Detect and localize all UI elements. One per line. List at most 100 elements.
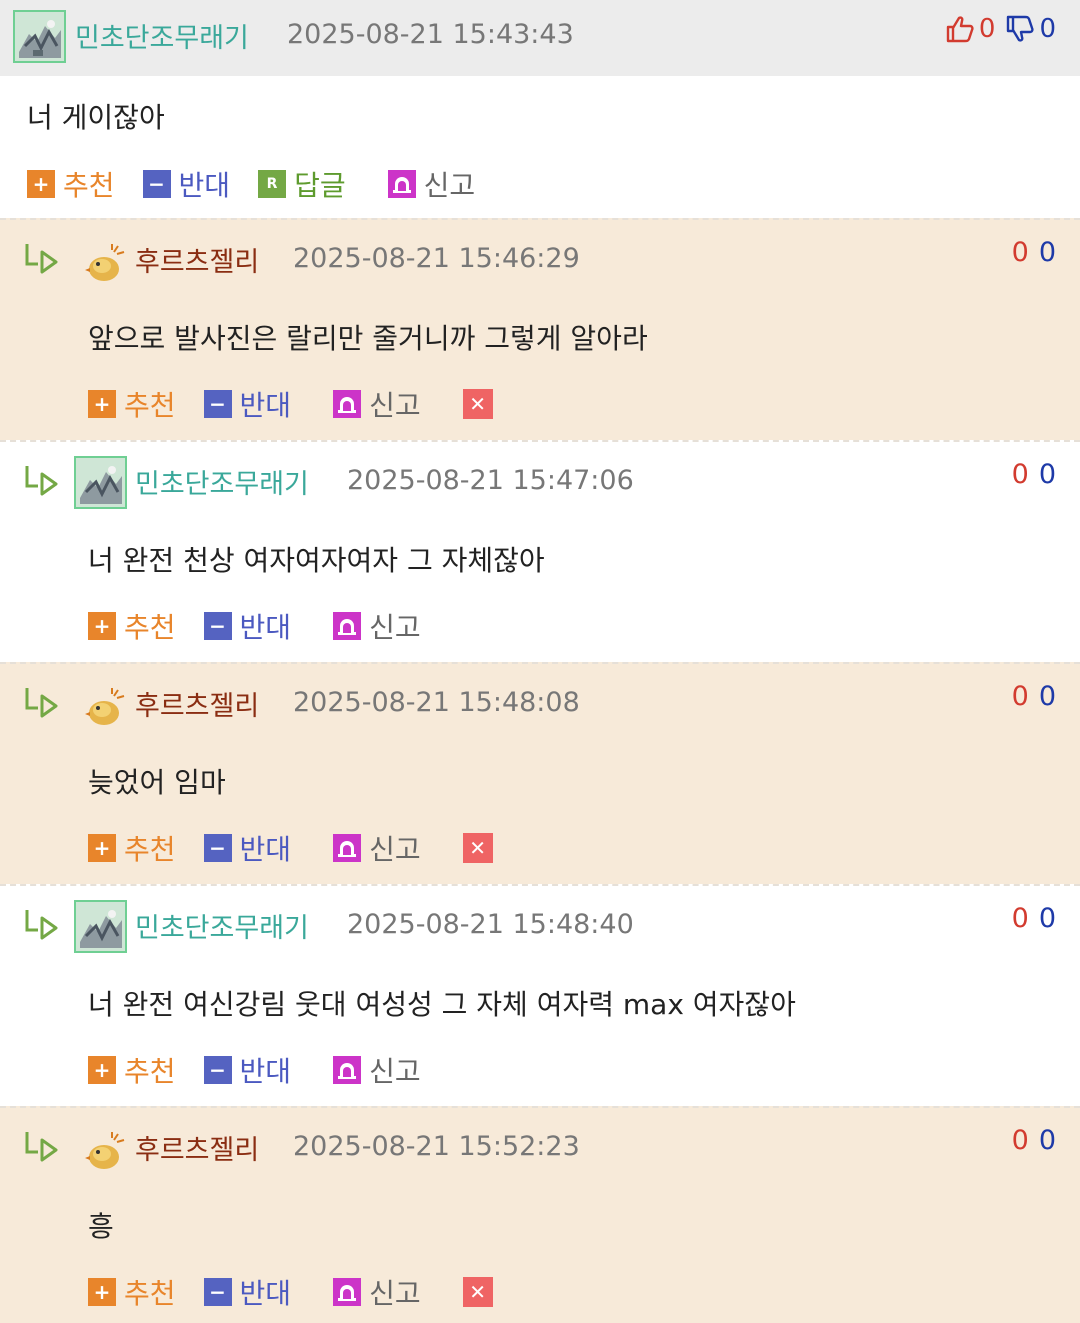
oppose-button[interactable]: − 반대 xyxy=(203,1272,291,1312)
plus-icon: + xyxy=(88,834,116,862)
reply-comment: 민초단조무래기 2025-08-21 15:47:06 00 너 완전 천상 여… xyxy=(0,440,1080,662)
report-button[interactable]: 신고 xyxy=(333,606,421,646)
delete-button[interactable]: ✕ xyxy=(462,833,493,863)
report-label: 신고 xyxy=(369,1055,421,1088)
recommend-label: 추천 xyxy=(124,1055,176,1088)
upvote-count: 0 xyxy=(1011,1125,1029,1156)
downvote-count: 0 xyxy=(1038,903,1056,934)
oppose-label: 반대 xyxy=(239,389,292,422)
downvote-count: 0 xyxy=(1038,1125,1056,1156)
minus-icon: − xyxy=(203,1056,232,1084)
comment-actions: + 추천 − 반대 R 답글 신고 xyxy=(27,164,503,204)
siren-icon xyxy=(387,170,416,198)
comment-text: 앞으로 발사진은 랄리만 줄거니까 그렇게 알아라 xyxy=(88,322,648,355)
author-nickname[interactable]: 후르츠젤리 xyxy=(135,684,259,723)
oppose-button[interactable]: − 반대 xyxy=(142,164,231,204)
recommend-button[interactable]: + 추천 xyxy=(27,164,115,204)
report-button[interactable]: 신고 xyxy=(333,384,421,424)
reply-comment: 후르츠젤리 2025-08-21 15:46:29 00 앞으로 발사진은 랄리… xyxy=(0,218,1080,440)
comment-date: 2025-08-21 15:47:06 xyxy=(347,465,634,496)
plus-icon: + xyxy=(27,170,55,198)
recommend-button[interactable]: + 추천 xyxy=(88,828,176,868)
avatar[interactable] xyxy=(84,686,126,728)
avatar-image-icon xyxy=(15,12,64,61)
downvote-count: 0 xyxy=(1038,459,1056,490)
author-nickname[interactable]: 후르츠젤리 xyxy=(135,1128,259,1167)
siren-icon xyxy=(333,1278,362,1306)
reply-arrow-icon xyxy=(25,466,58,496)
recommend-button[interactable]: + 추천 xyxy=(88,606,176,646)
report-label: 신고 xyxy=(369,1277,421,1310)
oppose-button[interactable]: − 반대 xyxy=(203,606,292,646)
minus-icon: − xyxy=(203,1278,232,1306)
upvote-count: 0 xyxy=(1011,459,1029,490)
report-label: 신고 xyxy=(369,611,421,644)
comment-date: 2025-08-21 15:43:43 xyxy=(287,19,574,50)
comment-actions: + 추천 − 반대 신고 xyxy=(88,1050,449,1090)
oppose-label: 반대 xyxy=(239,833,292,866)
minus-icon: − xyxy=(142,170,171,198)
vote-counts: 00 xyxy=(1012,903,1056,934)
oppose-button[interactable]: − 반대 xyxy=(203,828,292,868)
author-nickname[interactable]: 민초단조무래기 xyxy=(135,462,309,501)
comment-actions: + 추천 − 반대 신고 xyxy=(88,606,449,646)
vote-counts: 00 xyxy=(1012,681,1056,712)
parent-comment-body: 너 게이잖아 + 추천 − 반대 R 답글 신고 xyxy=(0,76,1080,218)
report-button[interactable]: 신고 xyxy=(333,1050,421,1090)
minus-icon: − xyxy=(203,390,232,418)
oppose-label: 반대 xyxy=(178,169,231,202)
comment-text: 너 완전 여신강림 웃대 여성성 그 자체 여자력 max 여자잖아 xyxy=(88,988,796,1021)
avatar[interactable] xyxy=(74,900,127,953)
recommend-button[interactable]: + 추천 xyxy=(88,1050,176,1090)
vote-counts: 00 xyxy=(1012,1125,1056,1156)
avatar[interactable] xyxy=(74,456,127,509)
siren-icon xyxy=(333,390,362,418)
comment-date: 2025-08-21 15:46:29 xyxy=(293,243,580,274)
report-label: 신고 xyxy=(423,169,476,202)
comment-date: 2025-08-21 15:52:23 xyxy=(293,1131,580,1162)
oppose-button[interactable]: − 반대 xyxy=(203,1050,292,1090)
reply-badge-icon: R xyxy=(258,170,287,198)
upvote-count: 0 xyxy=(978,14,996,44)
avatar-image-icon xyxy=(76,902,125,951)
vote-counts: 00 xyxy=(1012,459,1056,490)
delete-button[interactable]: ✕ xyxy=(462,1277,493,1307)
upvote-count: 0 xyxy=(1011,681,1029,712)
comment-text: 늦었어 임마 xyxy=(88,766,226,799)
report-button[interactable]: 신고 xyxy=(333,1272,421,1312)
upvote-count: 0 xyxy=(1011,903,1029,934)
reply-arrow-icon xyxy=(25,688,58,718)
close-icon: ✕ xyxy=(469,1280,486,1304)
author-nickname[interactable]: 민초단조무래기 xyxy=(135,906,309,945)
comment-actions: + 추천 − 반대 신고 ✕ xyxy=(88,384,493,424)
vote-counts: 00 xyxy=(1012,237,1056,268)
avatar[interactable] xyxy=(13,10,66,63)
delete-button[interactable]: ✕ xyxy=(462,389,493,419)
oppose-label: 반대 xyxy=(239,1055,292,1088)
avatar[interactable] xyxy=(84,242,126,284)
oppose-label: 반대 xyxy=(239,611,292,644)
reply-button[interactable]: R 답글 xyxy=(258,164,346,204)
plus-icon: + xyxy=(88,612,116,640)
report-button[interactable]: 신고 xyxy=(333,828,421,868)
comment-text: 너 게이잖아 xyxy=(27,101,165,134)
thumbs-down-icon[interactable] xyxy=(1005,15,1035,43)
plus-icon: + xyxy=(88,1056,116,1084)
thumbs-up-icon[interactable] xyxy=(945,15,975,43)
author-nickname[interactable]: 후르츠젤리 xyxy=(135,240,259,279)
comment-actions: + 추천 − 반대 신고 ✕ xyxy=(88,1272,493,1312)
recommend-label: 추천 xyxy=(124,833,176,866)
recommend-button[interactable]: + 추천 xyxy=(88,384,176,424)
recommend-label: 추천 xyxy=(124,389,176,422)
recommend-button[interactable]: + 추천 xyxy=(88,1272,176,1312)
downvote-count: 0 xyxy=(1038,237,1056,268)
oppose-button[interactable]: − 반대 xyxy=(203,384,292,424)
comment-date: 2025-08-21 15:48:40 xyxy=(347,909,634,940)
report-button[interactable]: 신고 xyxy=(387,164,476,204)
avatar[interactable] xyxy=(84,1130,126,1172)
reply-comment: 후르츠젤리 2025-08-21 15:52:23 00 흥 + 추천 − 반대 신… xyxy=(0,1106,1080,1323)
author-nickname[interactable]: 민초단조무래기 xyxy=(75,16,249,55)
vote-counts: 0 0 xyxy=(945,14,1056,44)
comment-date: 2025-08-21 15:48:08 xyxy=(293,687,580,718)
close-icon: ✕ xyxy=(469,392,486,416)
